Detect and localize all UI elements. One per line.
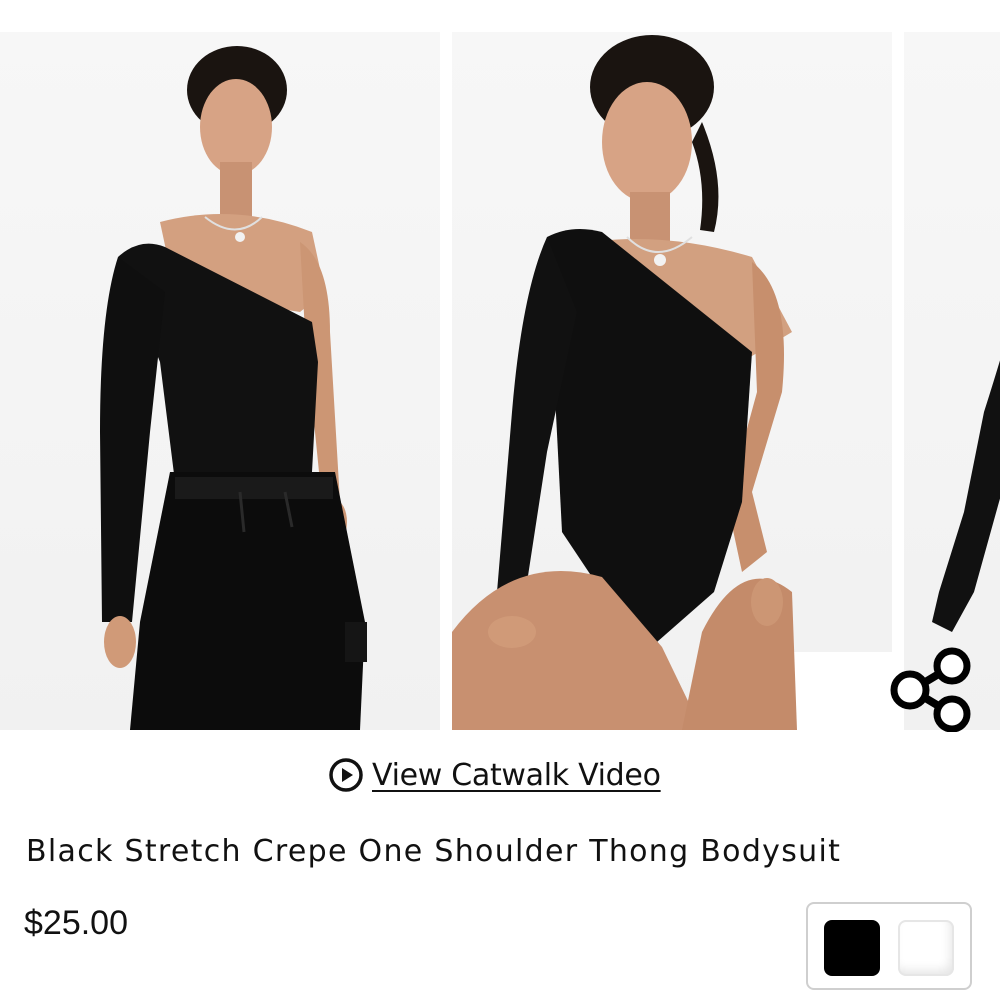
swatch-white[interactable] — [898, 920, 954, 976]
product-photo-standing — [100, 46, 367, 730]
view-catwalk-video-label[interactable]: View Catwalk Video — [372, 758, 661, 793]
product-image-1[interactable] — [0, 32, 440, 730]
color-swatch-selector — [806, 902, 972, 990]
product-image-2[interactable] — [452, 32, 892, 730]
swatch-black[interactable] — [824, 920, 880, 976]
view-catwalk-video-link[interactable]: View Catwalk Video — [328, 752, 661, 798]
product-title: Black Stretch Crepe One Shoulder Thong B… — [26, 834, 842, 869]
play-circle-icon — [329, 758, 363, 792]
product-photo-partial — [932, 360, 1000, 632]
share-button[interactable] — [884, 646, 972, 732]
product-image-gallery[interactable] — [0, 32, 1000, 732]
product-image-3-partial[interactable] — [904, 32, 1000, 730]
product-photo-seated — [452, 35, 892, 730]
share-icon — [890, 647, 971, 732]
product-price: $25.00 — [24, 904, 128, 942]
